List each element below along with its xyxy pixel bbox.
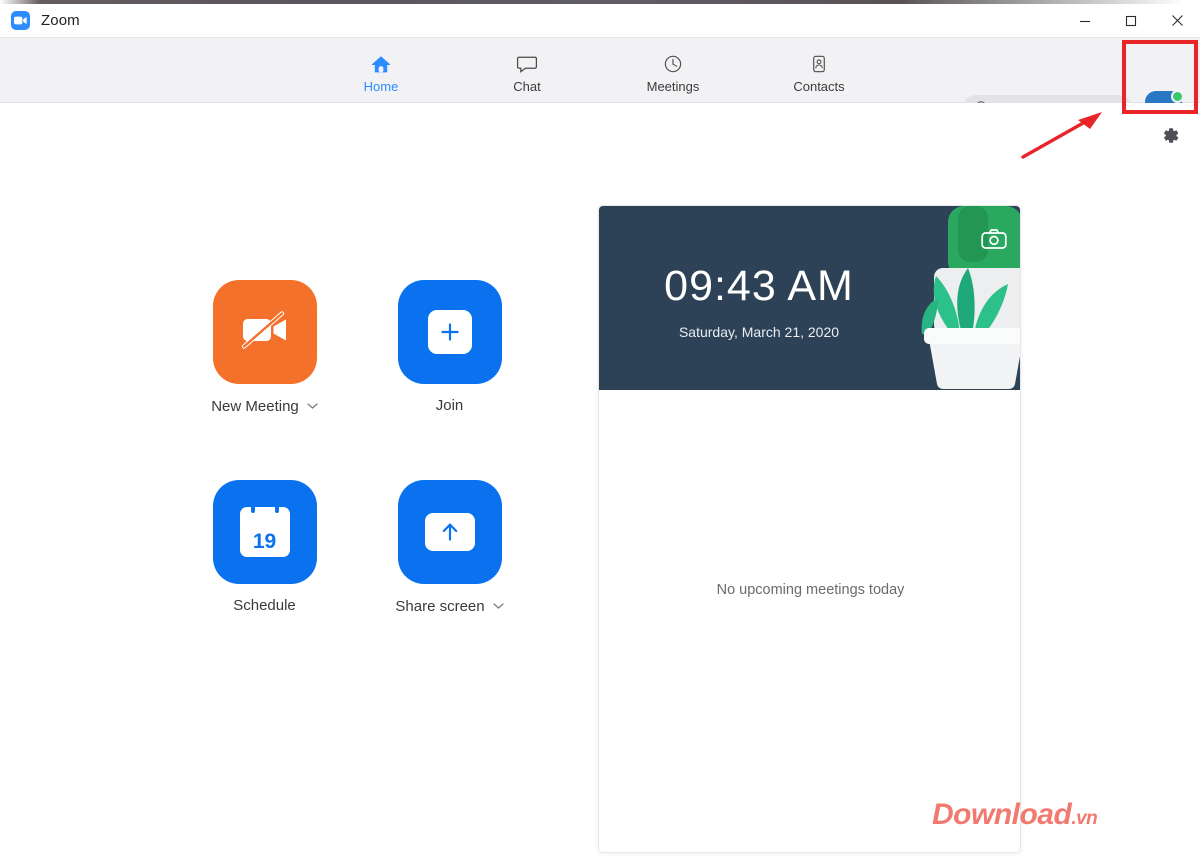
tab-contacts[interactable]: Contacts bbox=[772, 48, 866, 94]
app-title: Zoom bbox=[41, 12, 80, 29]
watermark-tld: .vn bbox=[1071, 808, 1098, 829]
new-meeting-label-row: New Meeting bbox=[211, 397, 318, 415]
close-icon[interactable] bbox=[1154, 4, 1200, 38]
current-date: Saturday, March 21, 2020 bbox=[678, 324, 840, 340]
tab-home-label: Home bbox=[363, 78, 399, 94]
tab-contacts-label: Contacts bbox=[793, 78, 845, 94]
chevron-down-icon[interactable] bbox=[492, 597, 504, 615]
chevron-down-icon[interactable] bbox=[307, 397, 318, 415]
card-header: 09:43 AM Saturday, March 21, 2020 bbox=[599, 206, 1020, 390]
join-label: Join bbox=[435, 397, 464, 414]
nav-tab-list: Home Chat Meetings Contacts bbox=[0, 38, 1200, 103]
join-label-row: Join bbox=[436, 397, 464, 414]
tab-chat-label: Chat bbox=[513, 78, 541, 94]
new-meeting-label: New Meeting bbox=[211, 397, 299, 415]
title-bar: Zoom bbox=[0, 4, 1200, 38]
plus-icon bbox=[427, 310, 472, 354]
zoom-video-logo-icon bbox=[11, 11, 30, 30]
card-body: No upcoming meetings today bbox=[599, 390, 1020, 852]
main-navigation-bar: Home Chat Meetings Contacts bbox=[0, 38, 1200, 128]
calendar-icon: 19 bbox=[239, 502, 290, 557]
minimize-icon[interactable] bbox=[1062, 4, 1108, 38]
tab-meetings[interactable]: Meetings bbox=[626, 48, 720, 94]
top-screen-artifact bbox=[0, 0, 1200, 4]
annotation-highlight-rect bbox=[1122, 40, 1198, 114]
site-watermark: Download.vn bbox=[932, 798, 1098, 832]
empty-state-message: No upcoming meetings today bbox=[716, 582, 905, 598]
share-screen-tile[interactable] bbox=[397, 480, 502, 584]
home-icon bbox=[370, 52, 392, 74]
tab-chat[interactable]: Chat bbox=[480, 48, 574, 94]
maximize-icon[interactable] bbox=[1108, 4, 1154, 38]
action-share-screen[interactable]: Share screen bbox=[357, 480, 542, 680]
upcoming-meetings-card: 09:43 AM Saturday, March 21, 2020 No upc… bbox=[598, 205, 1021, 853]
action-join[interactable]: Join bbox=[357, 280, 542, 480]
person-card-icon bbox=[808, 52, 830, 74]
video-camera-off-icon bbox=[237, 308, 293, 357]
arrow-up-icon bbox=[424, 513, 475, 551]
chat-bubble-icon bbox=[516, 52, 538, 74]
share-screen-label: Share screen bbox=[395, 597, 485, 615]
calendar-peg-right bbox=[274, 502, 279, 513]
quick-actions-grid: New Meeting Join 19 Schedule Share scree… bbox=[172, 280, 532, 680]
tab-meetings-label: Meetings bbox=[646, 78, 700, 94]
camera-icon[interactable] bbox=[979, 226, 1009, 252]
main-content: New Meeting Join 19 Schedule Share scree… bbox=[0, 103, 1200, 863]
new-meeting-tile[interactable] bbox=[212, 280, 317, 384]
clock-icon bbox=[662, 52, 684, 74]
join-tile[interactable] bbox=[397, 280, 502, 384]
tab-home[interactable]: Home bbox=[334, 48, 428, 94]
gear-icon[interactable] bbox=[1158, 123, 1182, 147]
window-controls bbox=[1062, 4, 1200, 38]
schedule-label: Schedule bbox=[233, 597, 296, 614]
calendar-day: 19 bbox=[252, 530, 277, 553]
calendar-peg-left bbox=[250, 502, 255, 513]
share-screen-label-row: Share screen bbox=[395, 597, 504, 615]
action-schedule[interactable]: 19 Schedule bbox=[172, 480, 357, 680]
annotation-arrow-icon bbox=[1021, 112, 1102, 159]
current-time: 09:43 AM bbox=[664, 262, 854, 310]
schedule-label-row: Schedule bbox=[233, 597, 296, 614]
action-new-meeting[interactable]: New Meeting bbox=[172, 280, 357, 480]
watermark-name: Download bbox=[932, 798, 1072, 831]
schedule-tile[interactable]: 19 bbox=[212, 480, 317, 584]
